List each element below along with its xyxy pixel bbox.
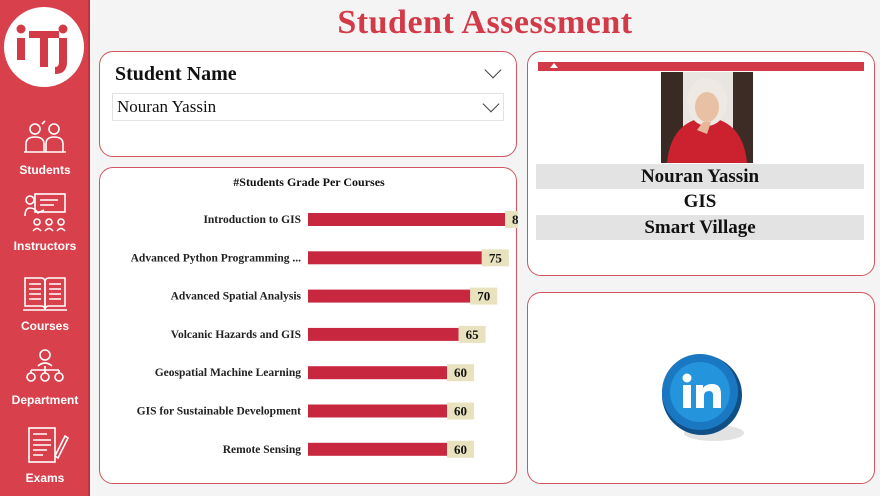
grades-chart-card: #Students Grade Per Courses Introduction… [99,167,532,484]
student-slicer-card: Student Name Nouran Yassin [99,51,517,157]
nav-department[interactable]: Department [0,348,90,407]
instructor-board-icon [0,192,90,237]
chevron-down-icon[interactable] [484,61,502,79]
linkedin-card [527,292,875,484]
profile-card: Nouran Yassin GIS Smart Village [527,51,875,276]
profile-name: Nouran Yassin [536,164,864,189]
category-label: Geospatial Machine Learning [155,367,302,379]
value-label: 60 [454,442,467,457]
value-label: 70 [477,289,490,304]
iti-logo-mark [16,24,68,74]
nav-department-label: Department [11,393,79,407]
profile-branch: Smart Village [536,215,864,240]
value-label: 60 [454,404,467,419]
slicer-title: Student Name [115,63,237,85]
nav-students-label: Students [19,163,71,177]
org-people-icon [0,348,90,391]
collapse-caret-icon[interactable] [550,63,558,68]
nav-courses-label: Courses [20,319,70,333]
nav-courses[interactable]: Courses [0,272,90,333]
nav-students[interactable]: Students [0,120,90,177]
dropdown-chevron-icon[interactable] [482,95,500,113]
value-label: 60 [454,365,467,380]
category-label: GIS for Sustainable Development [137,406,301,418]
chart-title: #Students Grade Per Courses [233,175,385,189]
nav-instructors[interactable]: Instructors [0,192,90,253]
category-label: Introduction to GIS [203,214,301,226]
grades-bar-chart: Introduction to GIS 85 Advanced Python Pro… [131,211,532,458]
value-label: 65 [466,327,480,342]
category-label: Advanced Python Programming ... [131,252,301,264]
sidebar: Students Instructors Courses Department … [0,0,90,496]
value-label: 75 [489,250,503,265]
grade-bar[interactable] [308,251,482,265]
exam-paper-icon [0,426,90,469]
students-icon [0,120,90,161]
grade-bar[interactable] [308,404,448,418]
nav-exams-label: Exams [25,471,65,485]
grade-bar[interactable] [308,289,471,303]
grade-bar[interactable] [308,213,505,226]
category-label: Advanced Spatial Analysis [171,291,302,303]
linkedin-icon[interactable] [648,345,758,455]
slicer-selected-value: Nouran Yassin [117,97,217,116]
profile-header-bar [538,62,864,71]
profile-track: GIS [683,191,717,212]
nav-instructors-label: Instructors [13,239,77,253]
grade-bar[interactable] [308,442,448,456]
grade-bar[interactable] [308,327,459,341]
open-book-icon [0,272,90,317]
page-title: Student Assessment [337,4,633,41]
student-name-dropdown[interactable]: Nouran Yassin [112,93,504,121]
grade-bar[interactable] [308,366,448,380]
student-photo [661,72,753,163]
nav-exams[interactable]: Exams [0,426,90,485]
category-label: Volcanic Hazards and GIS [171,329,301,341]
category-label: Remote Sensing [223,444,302,456]
value-label: 85 [512,212,518,227]
iti-logo [4,7,84,87]
